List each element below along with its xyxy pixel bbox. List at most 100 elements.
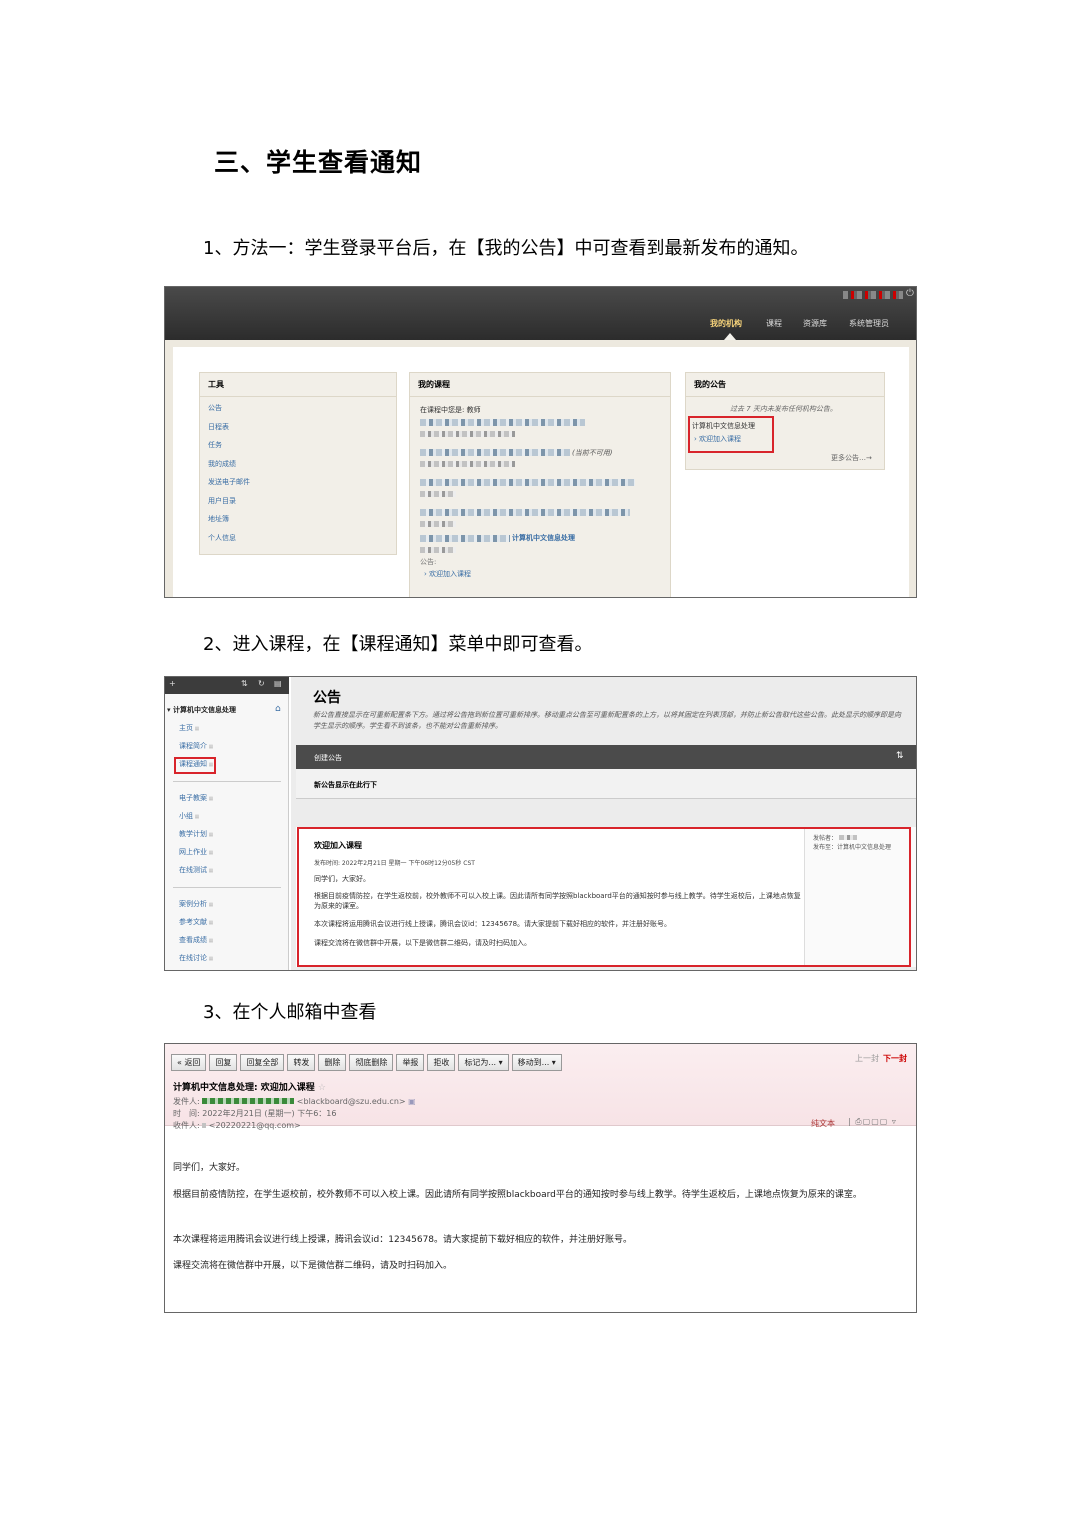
blurred-instructor — [420, 431, 515, 437]
my-ann-link-text: 欢迎加入课程 — [699, 435, 742, 443]
mail-toolbar-button[interactable]: 拒收 — [427, 1054, 456, 1071]
tool-link[interactable]: 日程表 — [208, 422, 388, 441]
mail-toolbar-button[interactable]: 举报 — [396, 1054, 425, 1071]
highlight-box — [174, 757, 216, 774]
time-value: 2022年2月21日 (星期一) 下午6：16 — [202, 1109, 337, 1118]
course-menu-item[interactable]: 案例分析 ▦ — [179, 899, 213, 917]
mail-paragraph-4: 课程交流将在微信群中开展，以下是微信群二维码，请及时扫码加入。 — [173, 1261, 453, 1271]
highlight-box — [297, 827, 911, 967]
visibility-icon: ▦ — [207, 902, 214, 908]
course-menu-item-label: 案例分析 — [179, 900, 207, 908]
course-menu-item-label: 网上作业 — [179, 848, 207, 856]
to-value: <20220221@qq.com> — [208, 1121, 301, 1130]
mail-subject-text: 计算机中文信息处理: 欢迎加入课程 — [173, 1083, 315, 1093]
course-menu-item-label: 查看成绩 — [179, 936, 207, 944]
mail-toolbar-button[interactable]: 移动到... ▾ — [511, 1054, 562, 1071]
nav-courses[interactable]: 课程 — [766, 318, 782, 329]
tool-link[interactable]: 我的成绩 — [208, 459, 388, 478]
mail-toolbar-button[interactable]: 回复全部 — [240, 1054, 285, 1071]
screenshot-course-announcements: + ⇅ ↻ ▤ ▾ 计算机中文信息处理 ⌂ 主页 ▦ 课程简介 ▦ 课程通知 ▦ 电… — [164, 676, 917, 971]
blurred-instructor — [420, 521, 456, 527]
star-icon[interactable]: ☆ — [318, 1083, 326, 1093]
visibility-icon: ▦ — [207, 850, 214, 856]
no-institution-ann-note: 过去 7 天内未发布任何机构公告。 — [730, 405, 837, 413]
blurred-course — [420, 449, 570, 456]
power-icon[interactable]: ⏻ — [906, 288, 914, 299]
mail-toolbar-button[interactable]: 彻底删除 — [349, 1054, 394, 1071]
course-menu-item[interactable]: 在线讨论 ▦ — [179, 953, 214, 970]
my-ann-link[interactable]: › 欢迎加入课程 — [694, 434, 741, 444]
tool-link-label: 我的成绩 — [208, 459, 236, 468]
tool-link[interactable]: 任务 — [208, 440, 388, 459]
visibility-icon: ▦ — [193, 726, 200, 732]
course-menu-item[interactable]: 教学计划 ▦ — [179, 829, 213, 847]
course-menu-item-label: 在线测试 — [179, 866, 207, 874]
course-menu-item[interactable]: 查看成绩 ▦ — [179, 935, 213, 953]
visibility-icon: ▦ — [207, 956, 214, 962]
course-menu-item[interactable]: 小组 ▦ — [179, 811, 213, 829]
contact-card-icon[interactable]: ▣ — [408, 1097, 416, 1106]
reorder-icon[interactable]: ⇅ — [896, 751, 904, 761]
course-menu-item-label: 参考文献 — [179, 918, 207, 926]
new-ann-line-label: 新公告显示在此行下 — [314, 781, 377, 789]
visibility-icon: ▦ — [207, 796, 214, 802]
tool-link[interactable]: 发送电子邮件 — [208, 477, 388, 496]
course-menu-item-label: 电子教案 — [179, 794, 207, 802]
add-icon[interactable]: + — [169, 679, 176, 688]
unavailable-note: (当前不可用) — [572, 449, 613, 457]
mail-header: « 返回 回复 回复全部 转发 删除 彻底删除 举报 拒收 标记为... ▾ 移动到... ▾ 上… — [165, 1044, 916, 1130]
course-link[interactable]: 计算机中文信息处理 — [512, 533, 575, 543]
folder-icon[interactable]: ▤ — [274, 679, 282, 688]
to-label: 收件人: — [173, 1121, 200, 1130]
create-announcement-button[interactable]: 创建公告 — [314, 753, 342, 763]
reconfigure-bar: 新公告显示在此行下 — [296, 769, 916, 799]
tool-link[interactable]: 个人信息 — [208, 533, 388, 552]
menu-divider — [173, 887, 281, 888]
tool-link[interactable]: 地址簿 — [208, 514, 388, 533]
blurred-instructor — [420, 547, 456, 553]
from-label: 发件人: — [173, 1097, 200, 1106]
action-bar: 创建公告 ⇅ — [296, 745, 916, 769]
tools-module: 工具 公告 日程表 任务 我的成绩发送电子邮件 用户目录地址簿 个人信息 — [199, 372, 397, 555]
sort-icon[interactable]: ⇅ — [241, 679, 248, 688]
course-menu-item[interactable]: 在线测试 ▦ — [179, 865, 213, 883]
mail-tools-icons[interactable]: | ⎙▢▢▢ ▿ — [848, 1117, 897, 1127]
mail-toolbar-button[interactable]: 转发 — [287, 1054, 316, 1071]
nav-sysadmin[interactable]: 系统管理员 — [849, 318, 889, 329]
course-menu-title[interactable]: ▾ 计算机中文信息处理 — [167, 705, 236, 715]
time-label: 时 间: — [173, 1109, 200, 1118]
mail-toolbar-button[interactable]: 回复 — [209, 1054, 238, 1071]
mail-toolbar-button[interactable]: « 返回 — [171, 1054, 207, 1071]
plain-text-toggle[interactable]: 纯文本 — [811, 1118, 835, 1129]
page-description: 新公告直接显示在可重新配置条下方。通过将公告拖到新位置可重新排序。移动重点公告至… — [313, 711, 901, 730]
menu-divider — [173, 781, 281, 782]
next-mail-link[interactable]: 下一封 — [883, 1053, 907, 1064]
course-menu-item[interactable]: 主页 ▦ — [179, 723, 213, 741]
blurred-course — [420, 509, 630, 516]
tool-link[interactable]: 用户目录 — [208, 496, 388, 515]
nav-my-institution[interactable]: 我的机构 — [710, 318, 742, 329]
blurred-course — [420, 479, 635, 486]
tools-title: 工具 — [200, 373, 396, 397]
announcements-page: 公告 新公告直接显示在可重新配置条下方。通过将公告拖到新位置可重新排序。移动重点… — [291, 677, 916, 970]
mail-from: 发件人: <blackboard@szu.edu.cn> ▣ — [173, 1096, 416, 1107]
course-menu-toolbar: + ⇅ ↻ ▤ — [165, 677, 289, 694]
course-menu-item[interactable]: 网上作业 ▦ — [179, 847, 213, 865]
prev-mail-link[interactable]: 上一封 — [855, 1053, 879, 1064]
visibility-icon: ▦ — [207, 832, 214, 838]
tool-link-label: 用户目录 — [208, 496, 236, 505]
course-menu-item[interactable]: 参考文献 ▦ — [179, 917, 213, 935]
announcement-link[interactable]: › 欢迎加入课程 — [424, 569, 471, 579]
refresh-icon[interactable]: ↻ — [258, 679, 265, 688]
more-announcements-link[interactable]: 更多公告…→ — [831, 453, 872, 463]
tool-link[interactable]: 公告 — [208, 403, 388, 422]
course-menu-item[interactable]: 电子教案 ▦ — [179, 793, 213, 811]
visibility-icon: ▦ — [207, 744, 214, 750]
nav-library[interactable]: 资源库 — [803, 318, 827, 329]
mail-toolbar-button[interactable]: 删除 — [318, 1054, 347, 1071]
visibility-icon: ▦ — [193, 814, 200, 820]
course-menu: + ⇅ ↻ ▤ ▾ 计算机中文信息处理 ⌂ 主页 ▦ 课程简介 ▦ 课程通知 ▦ 电… — [165, 677, 289, 970]
blurred-instructor — [420, 461, 515, 467]
home-icon[interactable]: ⌂ — [275, 704, 281, 714]
mail-toolbar-button[interactable]: 标记为... ▾ — [458, 1054, 509, 1071]
